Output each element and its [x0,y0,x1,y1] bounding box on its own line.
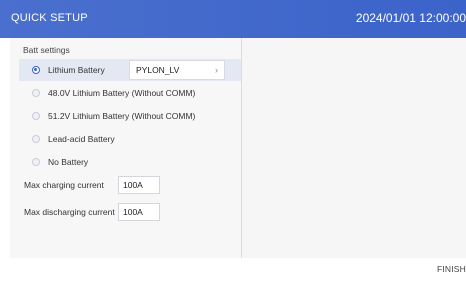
battery-option-lithium[interactable]: Lithium Battery PYLON_LV › [19,59,246,81]
max-charging-label: Max charging current [24,180,104,190]
radio-selected-icon[interactable] [32,66,40,74]
chevron-right-icon: › [215,65,218,75]
battery-option-label: 51.2V Lithium Battery (Without COMM) [48,111,196,121]
battery-option-51v-lithium[interactable]: 51.2V Lithium Battery (Without COMM) [19,105,246,127]
battery-protocol-select[interactable]: PYLON_LV › [129,60,225,80]
battery-option-label: 48.0V Lithium Battery (Without COMM) [48,88,196,98]
max-discharging-input[interactable] [118,203,160,221]
battery-protocol-value: PYLON_LV [136,65,180,75]
finish-button[interactable]: FINISH [437,264,466,274]
header-bar: QUICK SETUP 2024/01/01 12:00:00 [0,0,466,38]
battery-option-48v-lithium[interactable]: 48.0V Lithium Battery (Without COMM) [19,82,246,104]
battery-option-label: Lead-acid Battery [48,134,115,144]
datetime-display: 2024/01/01 12:00:00 [355,11,466,25]
radio-unselected-icon[interactable] [32,135,40,143]
battery-option-no-battery[interactable]: No Battery [19,151,246,173]
radio-unselected-icon[interactable] [32,89,40,97]
max-discharging-row: Max discharging current [24,202,115,222]
battery-option-lead-acid[interactable]: Lead-acid Battery [19,128,246,150]
radio-unselected-icon[interactable] [32,112,40,120]
page-title: QUICK SETUP [11,12,88,24]
battery-option-label: Lithium Battery [48,65,105,75]
max-charging-input[interactable] [118,176,160,194]
max-discharging-label: Max discharging current [24,207,115,217]
battery-option-label: No Battery [48,157,89,167]
batt-settings-panel: Batt settings Lithium Battery PYLON_LV ›… [10,38,246,258]
right-panel [242,38,466,258]
radio-unselected-icon[interactable] [32,158,40,166]
section-title: Batt settings [23,45,70,55]
max-charging-row: Max charging current [24,175,104,195]
